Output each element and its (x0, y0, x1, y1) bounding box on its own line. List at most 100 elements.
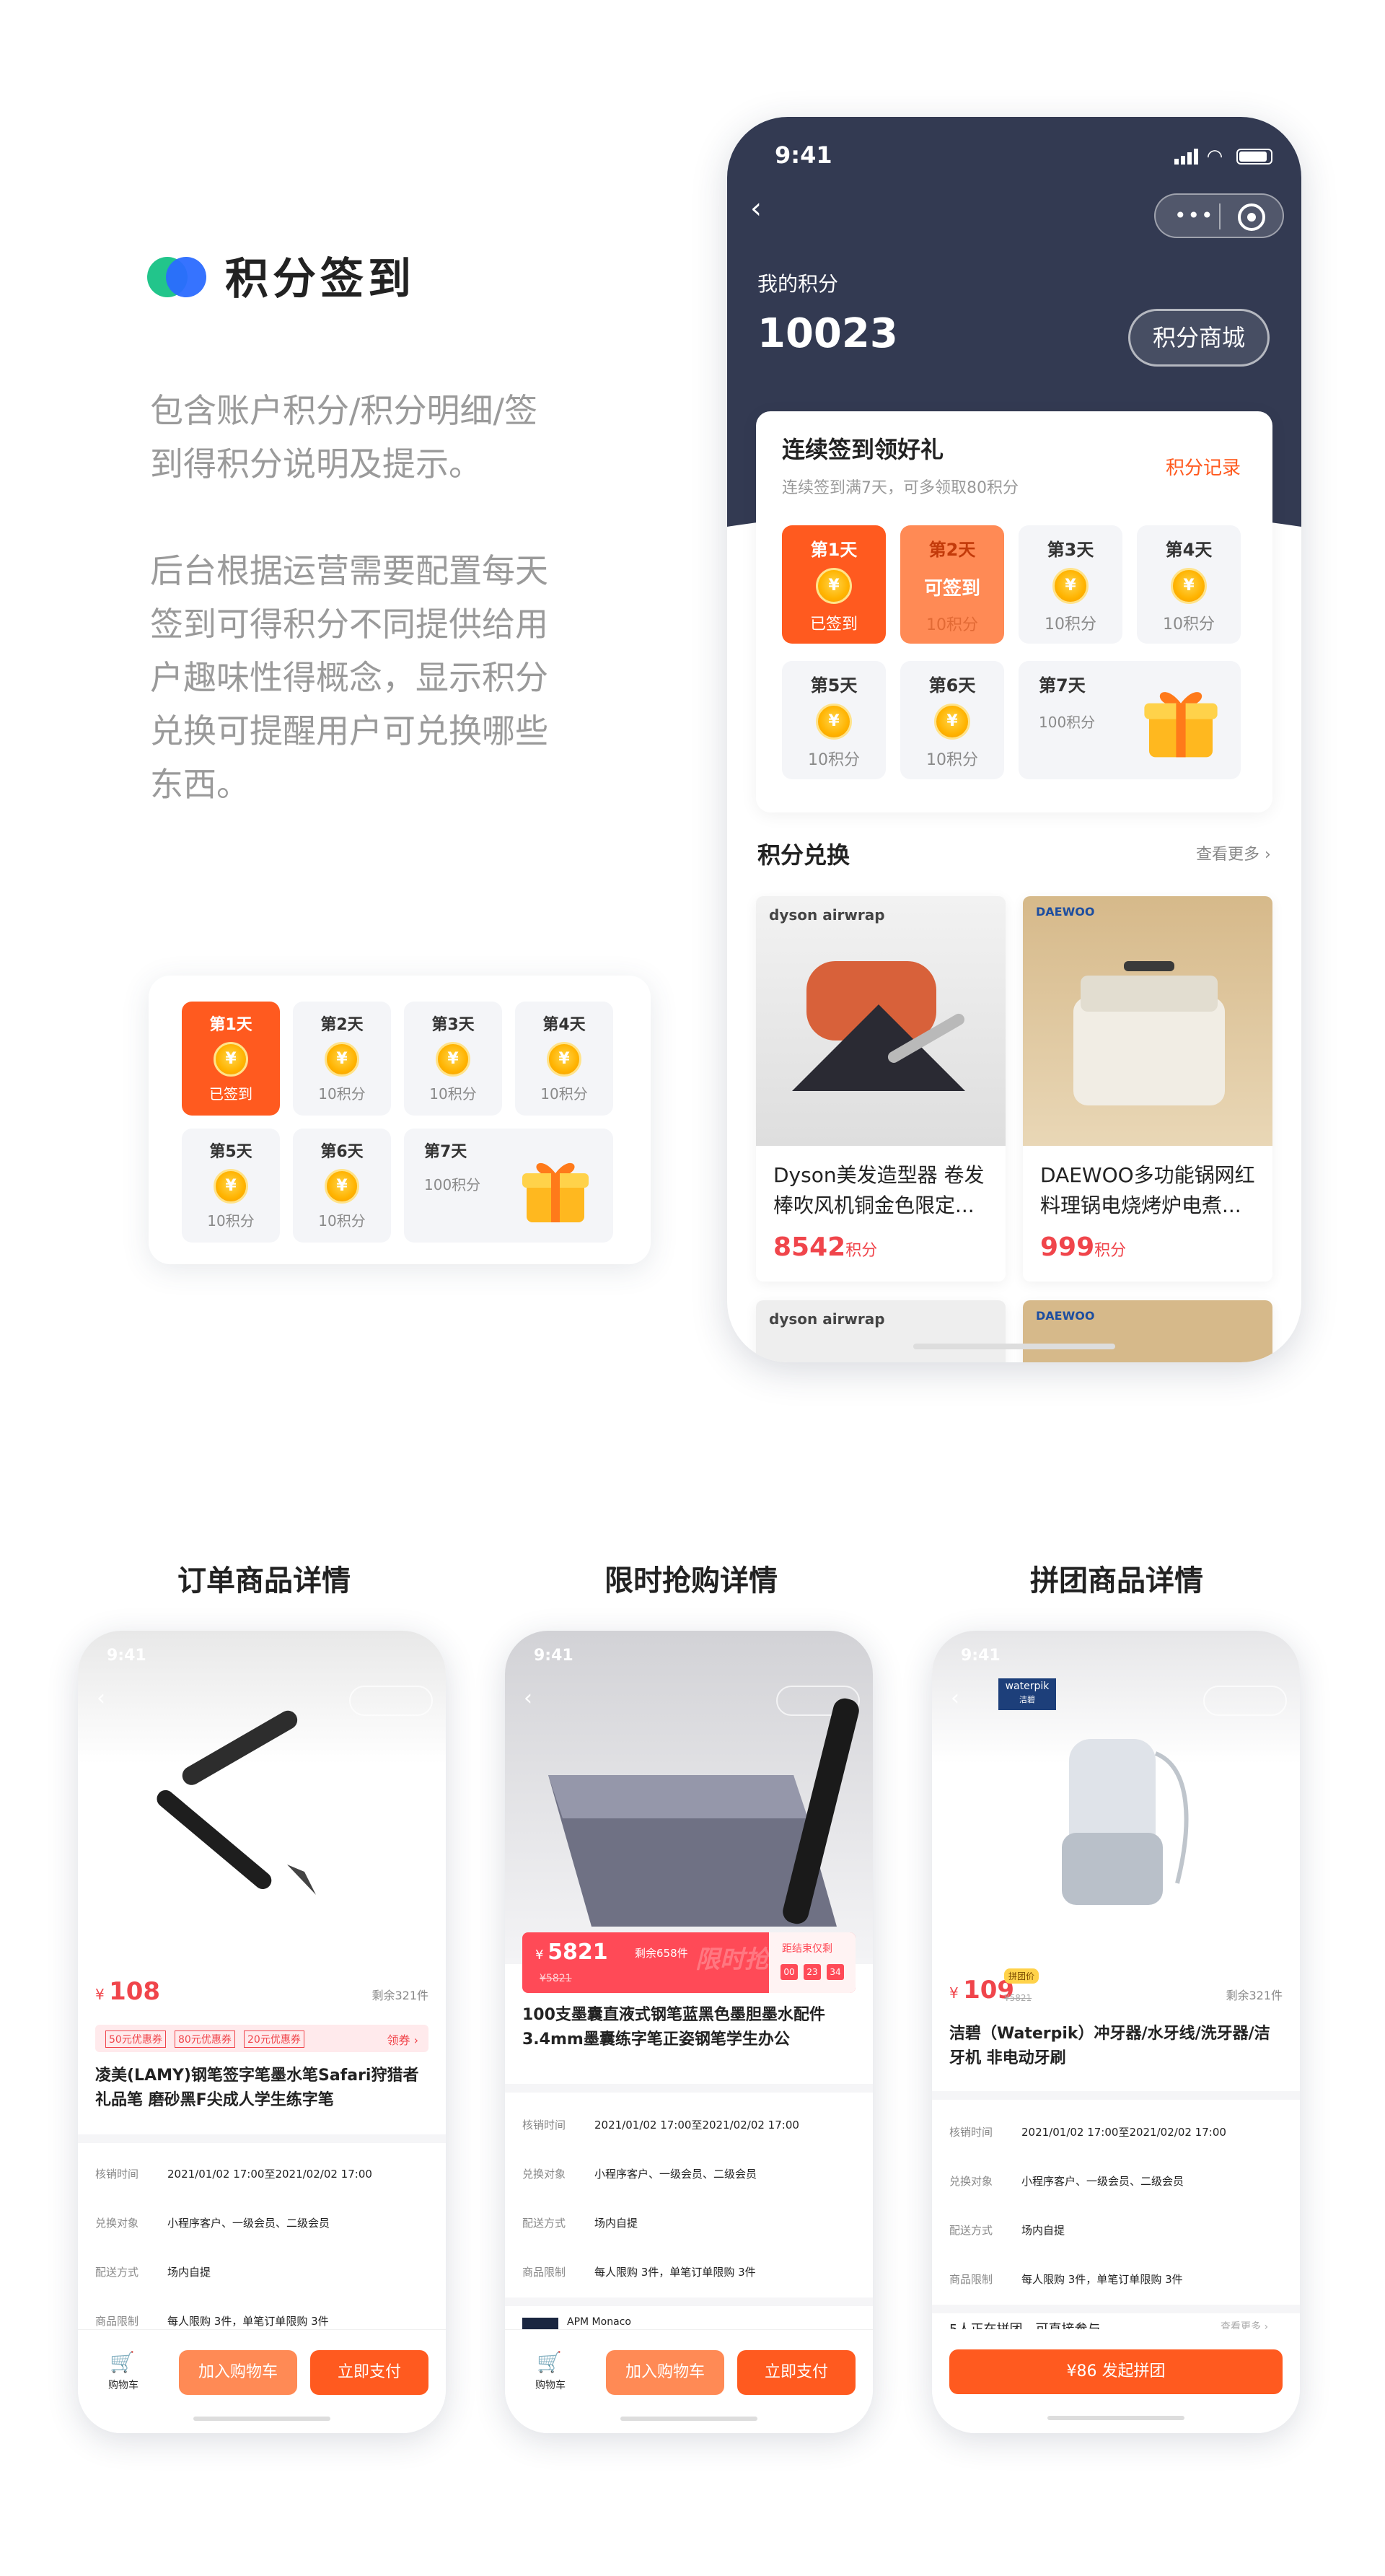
checkin-day-points: 已签到 (209, 1085, 252, 1103)
description-line: 签到可得积分不同提供给用 (150, 605, 548, 644)
currency: ¥ (535, 1948, 548, 1963)
checkin-day-2-current[interactable]: 第2天 可签到 10积分 (900, 525, 1004, 644)
product-card[interactable]: DAEWOO DAEWOO多功能锅网红料理锅电烧烤炉电煮... 999积分 (1023, 896, 1272, 1282)
checkin-day-5: 第5天 ¥ 10积分 (182, 1129, 280, 1243)
price: ¥ 108 (95, 1977, 160, 2006)
info-label: 配送方式 (95, 2265, 139, 2279)
checkin-day-points: 10积分 (808, 751, 860, 769)
checkin-day-label: 第1天 (810, 540, 858, 560)
product-image: DAEWOO (1023, 896, 1272, 1146)
flash-price-bar: ¥ 5821 ¥5821 剩余658件 限时抢购 距结束仅剩 00 23 34 (522, 1932, 856, 1993)
mini-program-capsule[interactable] (1203, 1686, 1287, 1716)
add-to-cart-button[interactable]: 加入购物车 (179, 2350, 297, 2395)
info-row: 核销时间 2021/01/02 17:00至2021/02/02 17:00 (949, 2107, 1283, 2156)
add-to-cart-button[interactable]: 加入购物车 (606, 2350, 724, 2395)
start-group-button[interactable]: ¥86 发起拼团 (949, 2349, 1283, 2394)
info-row: 核销时间 2021/01/02 17:00至2021/02/02 17:00 (95, 2149, 428, 2198)
back-icon[interactable]: ‹ (750, 192, 762, 225)
pen-image (157, 1710, 316, 1895)
cart-label[interactable]: 购物车 (535, 2378, 566, 2392)
coupon-tag[interactable]: 20元优惠券 (244, 2030, 304, 2048)
water-flosser-image (1062, 1739, 1189, 1905)
checkin-day-6: 第6天 ¥ 10积分 (293, 1129, 391, 1243)
product-card[interactable]: dyson airwrap Dyson美发造型器 卷发棒吹风机铜金色限定... … (756, 896, 1006, 1282)
checkin-card-standalone: 第1天 ¥ 已签到 第2天 ¥ 10积分 第3天 ¥ 10积分 第4天 ¥ 10… (149, 976, 651, 1264)
product-brand: DAEWOO (1036, 1309, 1095, 1323)
price-section: ¥ 108 剩余321件 50元优惠券 80元优惠券 20元优惠券 领券 › 凌… (78, 1964, 446, 2126)
description-2: 后台根据运营需要配置每天 签到可得积分不同提供给用 户趣味性得概念，显示积分 兑… (150, 544, 583, 811)
checkin-day-points: 已签到 (809, 615, 858, 634)
battery-icon (1236, 149, 1272, 165)
product-price-unit: 积分 (1094, 1242, 1127, 1260)
cart-icon[interactable]: 🛒 (537, 2350, 562, 2374)
checkin-day-label: 第3天 (1047, 540, 1094, 560)
main-phone: 9:41 ◠ ‹ ••• 我的积分 10023 积分商城 连续签到领好礼 连续签… (727, 117, 1301, 1362)
close-miniprogram-icon[interactable] (1238, 203, 1265, 231)
divider (932, 2305, 1300, 2313)
signal-icon (1174, 149, 1199, 165)
checkin-day-points: 10积分 (926, 751, 978, 769)
info-label: 商品限制 (95, 2314, 139, 2328)
info-value: 小程序客户、一级会员、二级会员 (167, 2216, 330, 2230)
old-price: ¥5821 (540, 1973, 572, 1984)
product-price: 999积分 (1040, 1232, 1126, 1262)
coupon-tag[interactable]: 50元优惠券 (105, 2030, 166, 2048)
see-more-link[interactable]: 查看更多 › (1196, 841, 1271, 864)
info-value: 2021/01/02 17:00至2021/02/02 17:00 (594, 2118, 799, 2132)
coin-icon: ¥ (325, 1169, 359, 1204)
exchange-title: 积分兑换 (757, 841, 850, 869)
info-row: 兑换对象 小程序客户、一级会员、二级会员 (95, 2198, 428, 2247)
logo-blue-dot (166, 257, 206, 297)
mini-program-capsule[interactable]: ••• (1154, 193, 1284, 238)
countdown-label: 距结束仅剩 (782, 1943, 832, 1955)
checkin-day-4: 第4天 ¥ 10积分 (1137, 525, 1241, 644)
home-indicator (620, 2417, 757, 2421)
home-indicator (1047, 2416, 1184, 2420)
sign-in-cta[interactable]: 可签到 (900, 574, 1004, 600)
description-line: 包含账户积分/积分明细/签 (150, 391, 537, 430)
info-row: 配送方式 场内自提 (522, 2198, 856, 2247)
checkin-day-7: 第7天 100积分 (404, 1129, 613, 1243)
info-value: 2021/01/02 17:00至2021/02/02 17:00 (1021, 2125, 1226, 2139)
checkin-day-points: 10积分 (207, 1212, 255, 1230)
divider (932, 2091, 1300, 2100)
product-card-partial[interactable]: dyson airwrap (756, 1300, 1006, 1362)
old-price: ¥5821 (1004, 1993, 1032, 2003)
claim-coupon-link[interactable]: 领券 › (387, 2030, 419, 2048)
coupon-tag[interactable]: 80元优惠券 (175, 2030, 235, 2048)
cart-icon[interactable]: 🛒 (110, 2350, 135, 2374)
info-label: 兑换对象 (949, 2174, 993, 2188)
bottom-bar: ¥86 发起拼团 (932, 2329, 1300, 2433)
checkin-day-1: 第1天 ¥ 已签到 (782, 525, 886, 644)
checkin-day-points: 10积分 (1045, 615, 1096, 634)
checkin-day-3: 第3天 ¥ 10积分 (1019, 525, 1122, 644)
shop-logo (522, 2318, 558, 2329)
back-icon[interactable]: ‹ (951, 1686, 959, 1711)
bottom-bar: 🛒 购物车 加入购物车 立即支付 (78, 2329, 446, 2433)
buy-now-button[interactable]: 立即支付 (310, 2350, 428, 2395)
info-value: 每人限购 3件，单笔订单限购 3件 (1021, 2272, 1183, 2286)
cart-label[interactable]: 购物车 (108, 2378, 138, 2392)
price: ¥ 5821 (535, 1940, 608, 1965)
product-brand: DAEWOO (1036, 905, 1095, 919)
description-line: 户趣味性得概念，显示积分 (150, 658, 548, 697)
coin-icon: ¥ (934, 704, 970, 740)
title-group-detail: 拼团商品详情 (1030, 1564, 1203, 1598)
back-icon[interactable]: ‹ (97, 1686, 105, 1711)
checkin-day-label: 第3天 (431, 1016, 475, 1034)
more-icon[interactable]: ••• (1174, 203, 1215, 227)
stock: 剩余321件 (371, 1989, 428, 2002)
status-time: 9:41 (961, 1647, 1001, 1665)
product-card-partial[interactable]: DAEWOO (1023, 1300, 1272, 1362)
buy-now-button[interactable]: 立即支付 (737, 2350, 856, 2395)
checkin-day-7: 第7天 100积分 (1019, 661, 1241, 779)
points-record-link[interactable]: 积分记录 (1166, 453, 1241, 480)
info-value: 小程序客户、一级会员、二级会员 (1021, 2174, 1184, 2188)
coupon-bar[interactable]: 50元优惠券 80元优惠券 20元优惠券 领券 › (95, 2025, 428, 2052)
checkin-day-points: 10积分 (540, 1085, 588, 1103)
points-mall-button[interactable]: 积分商城 (1128, 309, 1270, 367)
bottom-bar: 🛒 购物车 加入购物车 立即支付 (505, 2329, 873, 2433)
info-value: 每人限购 3件，单笔订单限购 3件 (167, 2314, 329, 2328)
checkin-day-4: 第4天 ¥ 10积分 (515, 1002, 613, 1116)
info-label: 兑换对象 (522, 2167, 566, 2181)
